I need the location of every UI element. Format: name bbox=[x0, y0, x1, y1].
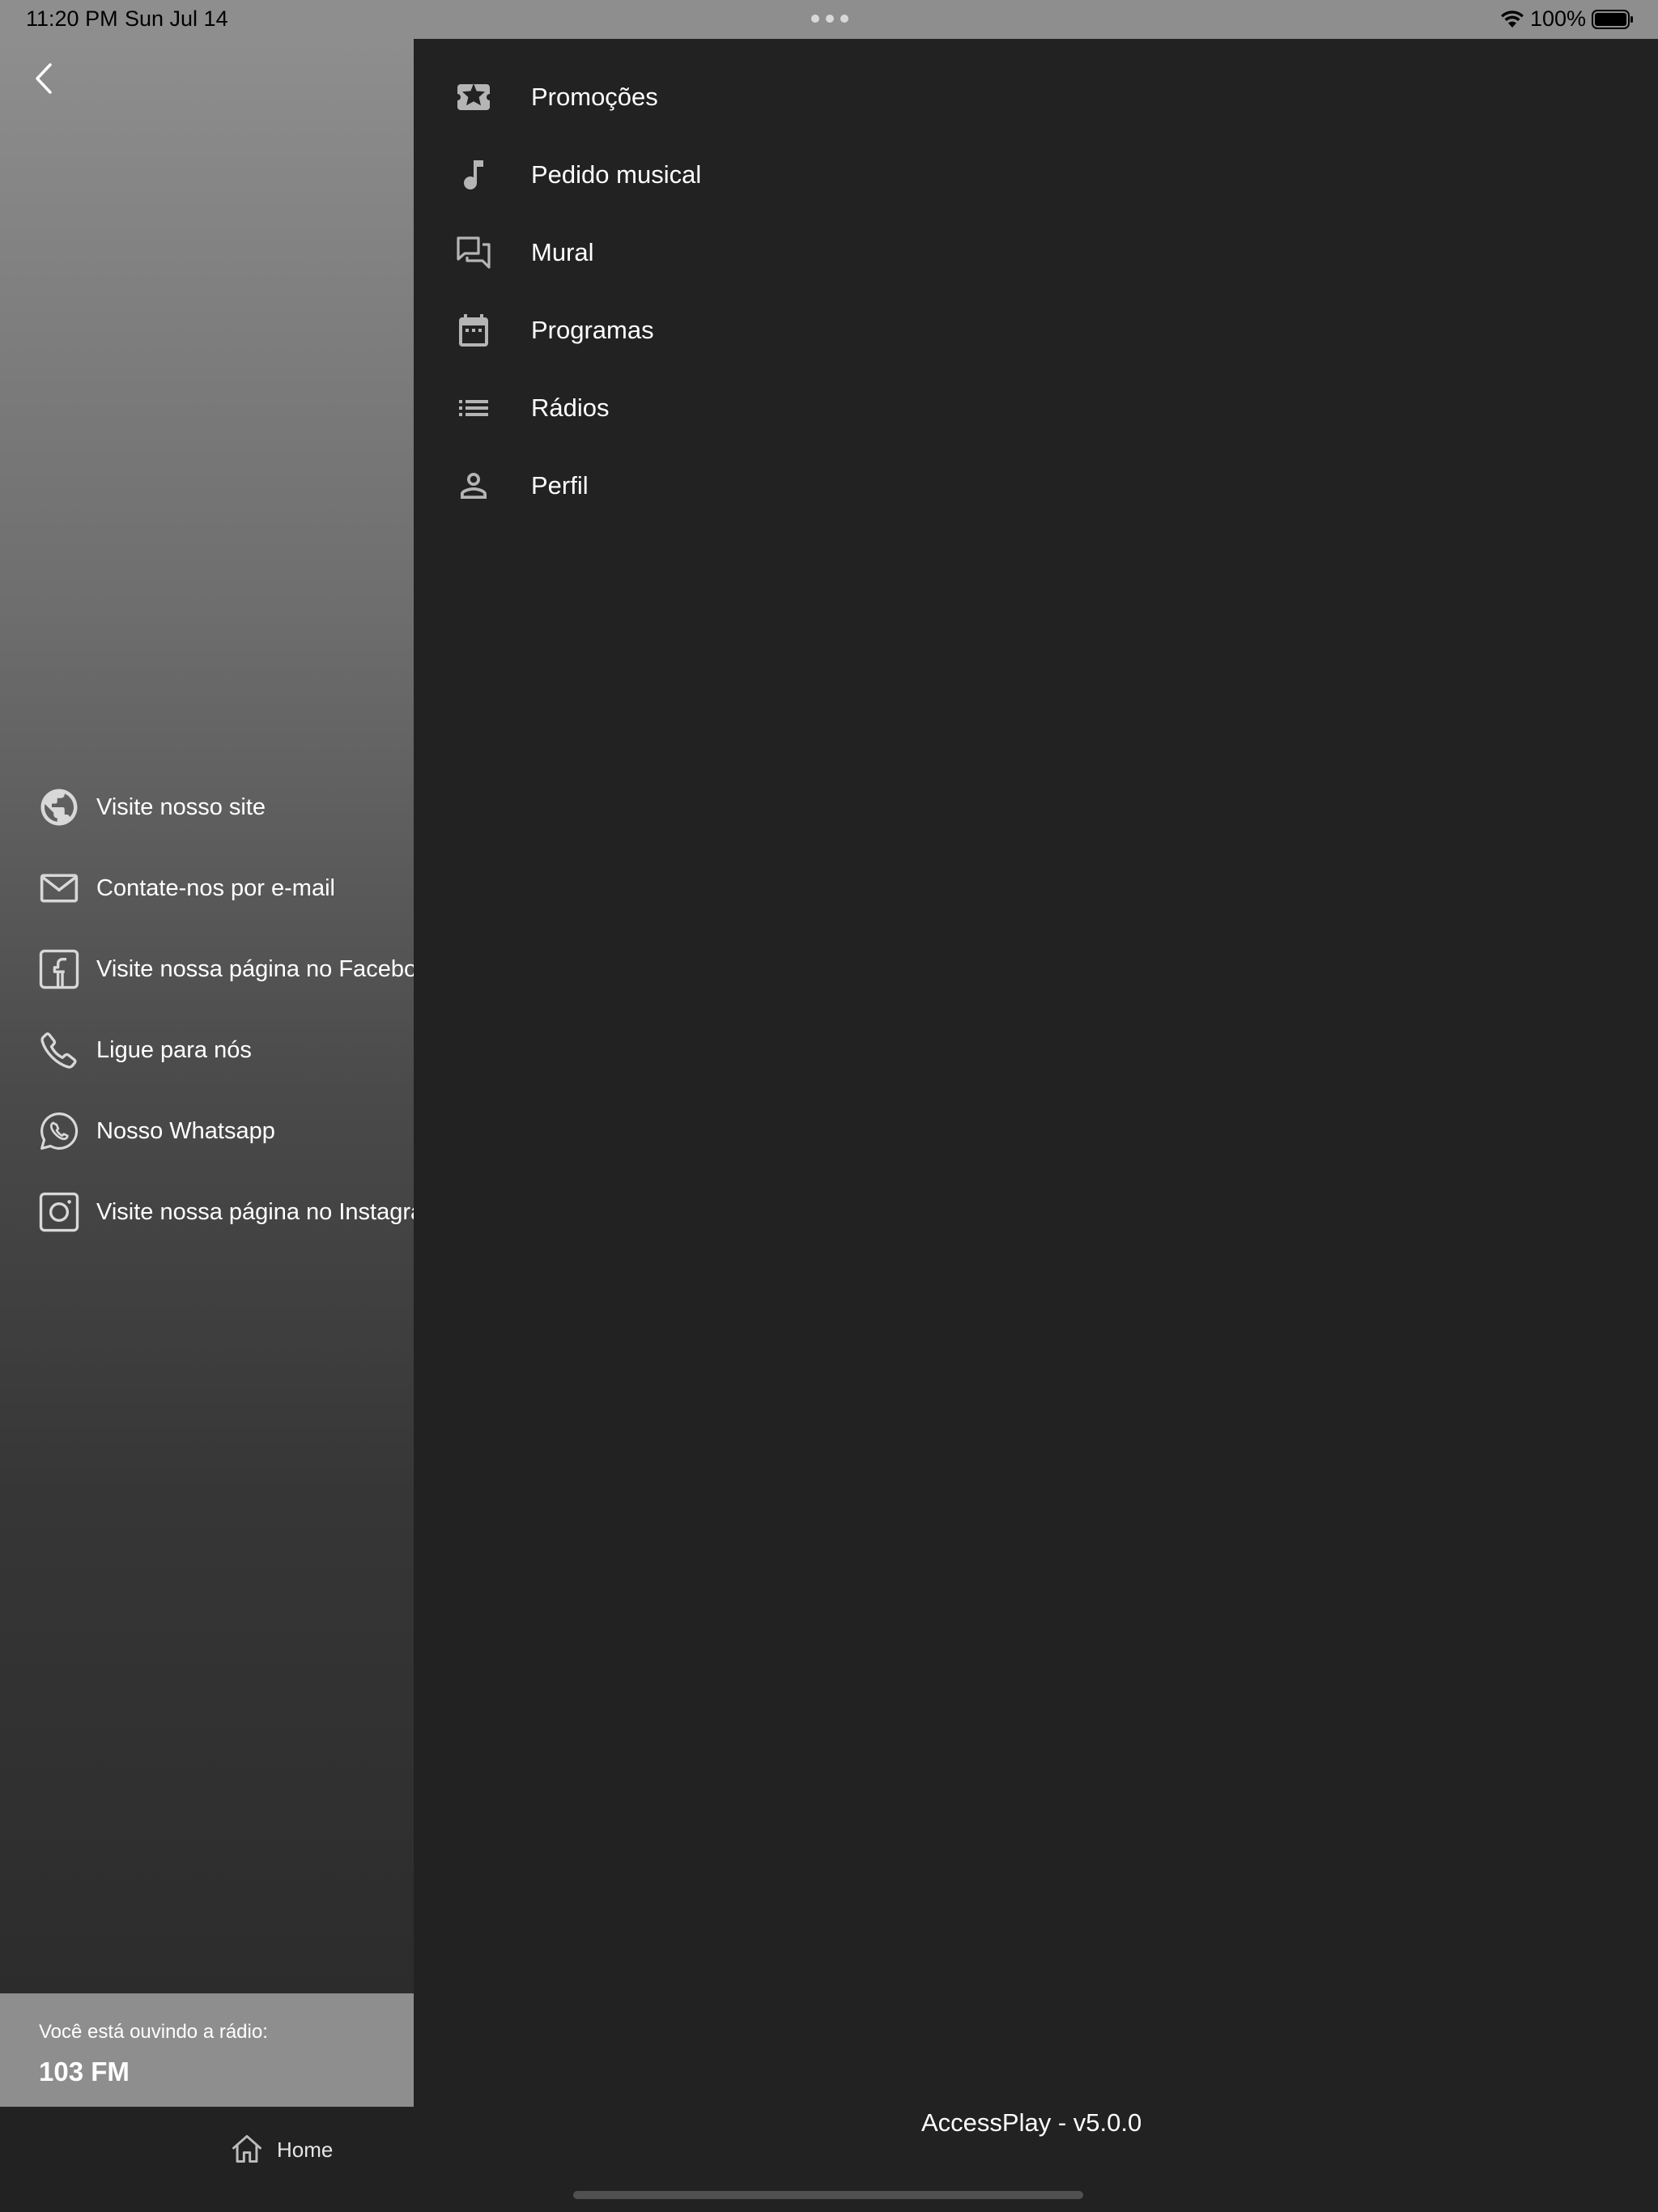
back-chevron-icon[interactable] bbox=[28, 58, 60, 99]
social-item-label: Visite nosso site bbox=[96, 793, 266, 820]
multitasking-dots-icon[interactable] bbox=[811, 15, 848, 23]
navigation-drawer: Promoções Pedido musical Mural Programas… bbox=[414, 39, 1658, 2212]
menu-item-programas[interactable]: Programas bbox=[414, 291, 980, 369]
social-item-email[interactable]: Contate-nos por e-mail bbox=[0, 856, 414, 921]
whatsapp-icon bbox=[40, 1112, 79, 1150]
instagram-icon bbox=[39, 1192, 79, 1232]
home-icon bbox=[232, 2134, 261, 2163]
tab-home-label: Home bbox=[277, 2138, 334, 2162]
person-icon bbox=[461, 473, 487, 499]
social-item-label: Visite nossa página no Instagram bbox=[96, 1198, 414, 1225]
menu-item-mural[interactable]: Mural bbox=[414, 214, 980, 291]
menu-item-label: Mural bbox=[531, 238, 594, 266]
music-note-icon bbox=[464, 160, 483, 189]
menu-item-label: Rádios bbox=[531, 393, 610, 422]
social-item-label: Contate-nos por e-mail bbox=[96, 874, 335, 901]
menu-item-pedido-musical[interactable]: Pedido musical bbox=[414, 136, 980, 214]
social-item-phone[interactable]: Ligue para nós bbox=[0, 1018, 414, 1083]
social-item-label: Visite nossa página no Facebook bbox=[96, 955, 414, 982]
forum-icon bbox=[457, 236, 491, 269]
phone-icon bbox=[40, 1032, 77, 1069]
background-screen: Visite nosso site Contate-nos por e-mail… bbox=[0, 39, 414, 2107]
status-bar: 11:20 PM Sun Jul 14 100% bbox=[0, 0, 1658, 39]
calendar-icon bbox=[459, 314, 488, 347]
list-icon bbox=[459, 400, 488, 416]
ticket-star-icon bbox=[457, 83, 490, 110]
now-playing-station: 103 FM bbox=[39, 2057, 130, 2087]
status-time: 11:20 PM bbox=[26, 6, 118, 31]
social-item-label: Ligue para nós bbox=[96, 1036, 252, 1063]
social-item-instagram[interactable]: Visite nossa página no Instagram bbox=[0, 1180, 414, 1244]
social-item-whatsapp[interactable]: Nosso Whatsapp bbox=[0, 1099, 414, 1163]
menu-item-promocoes[interactable]: Promoções bbox=[414, 58, 980, 136]
facebook-icon bbox=[39, 949, 79, 989]
menu-item-label: Pedido musical bbox=[531, 160, 702, 189]
social-item-facebook[interactable]: Visite nossa página no Facebook bbox=[0, 937, 414, 1002]
wifi-icon bbox=[1501, 11, 1524, 28]
home-indicator[interactable] bbox=[573, 2191, 1083, 2199]
menu-item-label: Perfil bbox=[531, 471, 589, 500]
social-item-label: Nosso Whatsapp bbox=[96, 1117, 275, 1144]
battery-percentage: 100% bbox=[1530, 6, 1587, 31]
globe-icon bbox=[40, 789, 78, 826]
now-playing-bar[interactable]: Você está ouvindo a rádio: 103 FM bbox=[0, 1993, 414, 2107]
battery-icon bbox=[1592, 10, 1633, 29]
social-item-website[interactable]: Visite nosso site bbox=[0, 775, 414, 840]
status-date: Sun Jul 14 bbox=[125, 6, 228, 31]
menu-item-radios[interactable]: Rádios bbox=[414, 369, 980, 447]
menu-item-label: Programas bbox=[531, 316, 654, 344]
menu-item-label: Promoções bbox=[531, 83, 658, 111]
tab-bar: Home bbox=[0, 2107, 414, 2212]
mail-icon bbox=[40, 874, 79, 903]
app-version: AccessPlay - v5.0.0 bbox=[921, 2108, 1142, 2137]
menu-item-perfil[interactable]: Perfil bbox=[414, 447, 980, 525]
now-playing-caption: Você está ouvindo a rádio: bbox=[39, 2021, 268, 2043]
